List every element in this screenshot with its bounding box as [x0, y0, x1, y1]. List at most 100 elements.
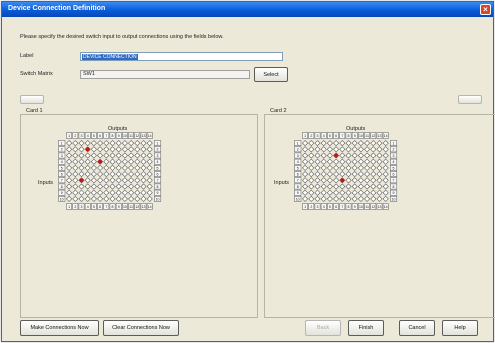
crosspoint-in6-out7[interactable] [103, 171, 110, 178]
crosspoint-in8-out5[interactable] [90, 183, 97, 190]
crosspoint-in3-out11[interactable] [128, 152, 135, 159]
crosspoint-in8-out11[interactable] [128, 183, 135, 190]
crosspoint-in4-out4[interactable] [84, 158, 91, 165]
crosspoint-in2-out14[interactable] [146, 146, 153, 153]
crosspoint-in7-out9[interactable] [115, 177, 122, 184]
help-button[interactable]: Help [442, 320, 478, 336]
crosspoint-in6-out14[interactable] [146, 171, 153, 178]
crosspoint-in4-out13[interactable] [376, 158, 383, 165]
crosspoint-in3-out1[interactable] [66, 152, 73, 159]
crosspoint-in6-out12[interactable] [370, 171, 377, 178]
crosspoint-in9-out12[interactable] [370, 189, 377, 196]
crosspoint-in2-out8[interactable] [109, 146, 116, 153]
crosspoint-in5-out13[interactable] [140, 164, 147, 171]
crosspoint-in4-out3[interactable] [78, 158, 85, 165]
crosspoint-in2-out3[interactable] [78, 146, 85, 153]
crosspoint-in8-out7[interactable] [339, 183, 346, 190]
crosspoint-in8-out11[interactable] [364, 183, 371, 190]
crosspoint-in3-out3[interactable] [314, 152, 321, 159]
crosspoint-in5-out8[interactable] [345, 164, 352, 171]
crosspoint-in4-out13[interactable] [140, 158, 147, 165]
crosspoint-in1-out10[interactable] [121, 140, 128, 147]
crosspoint-in4-out14[interactable] [382, 158, 389, 165]
crosspoint-in6-out4[interactable] [320, 171, 327, 178]
close-button[interactable]: × [480, 4, 491, 15]
crosspoint-in9-out5[interactable] [90, 189, 97, 196]
crosspoint-in8-out12[interactable] [134, 183, 141, 190]
crosspoint-in1-out6[interactable] [333, 140, 340, 147]
crosspoint-in10-out12[interactable] [134, 195, 141, 202]
crosspoint-in4-out2[interactable] [72, 158, 79, 165]
crosspoint-in10-out10[interactable] [121, 195, 128, 202]
crosspoint-in3-out6[interactable] [97, 152, 104, 159]
crosspoint-in6-out8[interactable] [109, 171, 116, 178]
crosspoint-in1-out7[interactable] [339, 140, 346, 147]
crosspoint-in6-out13[interactable] [140, 171, 147, 178]
crosspoint-in2-out7[interactable] [339, 146, 346, 153]
crosspoint-in9-out10[interactable] [357, 189, 364, 196]
crosspoint-in2-out6[interactable] [97, 146, 104, 153]
crosspoint-in7-out11[interactable] [364, 177, 371, 184]
crosspoint-in5-out14[interactable] [146, 164, 153, 171]
crosspoint-in2-out2[interactable] [72, 146, 79, 153]
crosspoint-in6-out6[interactable] [333, 171, 340, 178]
crosspoint-in1-out4[interactable] [320, 140, 327, 147]
crosspoint-in6-out14[interactable] [382, 171, 389, 178]
card-prev-button[interactable] [20, 95, 44, 104]
crosspoint-in10-out3[interactable] [78, 195, 85, 202]
crosspoint-in6-out4[interactable] [84, 171, 91, 178]
crosspoint-in4-out7[interactable] [339, 158, 346, 165]
crosspoint-in4-out14[interactable] [146, 158, 153, 165]
crosspoint-in6-out12[interactable] [134, 171, 141, 178]
crosspoint-in5-out14[interactable] [382, 164, 389, 171]
crosspoint-in9-out6[interactable] [333, 189, 340, 196]
title-bar[interactable]: Device Connection Definition × [2, 2, 493, 17]
crosspoint-in3-out9[interactable] [115, 152, 122, 159]
crosspoint-in3-out5[interactable] [90, 152, 97, 159]
crosspoint-in8-out13[interactable] [376, 183, 383, 190]
crosspoint-in1-out3[interactable] [314, 140, 321, 147]
crosspoint-in4-out8[interactable] [109, 158, 116, 165]
crosspoint-in6-out5[interactable] [90, 171, 97, 178]
crosspoint-in5-out2[interactable] [72, 164, 79, 171]
crosspoint-in9-out13[interactable] [376, 189, 383, 196]
crosspoint-in8-out10[interactable] [357, 183, 364, 190]
crosspoint-in7-out14[interactable] [146, 177, 153, 184]
crosspoint-in9-out11[interactable] [364, 189, 371, 196]
card-next-button[interactable] [458, 95, 482, 104]
crosspoint-in9-out1[interactable] [302, 189, 309, 196]
crosspoint-in8-out6[interactable] [97, 183, 104, 190]
crosspoint-in5-out10[interactable] [121, 164, 128, 171]
crosspoint-in10-out8[interactable] [345, 195, 352, 202]
crosspoint-in8-out9[interactable] [351, 183, 358, 190]
crosspoint-in4-out2[interactable] [308, 158, 315, 165]
crosspoint-in4-out10[interactable] [357, 158, 364, 165]
crosspoint-in9-out1[interactable] [66, 189, 73, 196]
crosspoint-in9-out8[interactable] [345, 189, 352, 196]
crosspoint-in1-out5[interactable] [90, 140, 97, 147]
crosspoint-in9-out12[interactable] [134, 189, 141, 196]
crosspoint-in9-out2[interactable] [72, 189, 79, 196]
crosspoint-in7-out13[interactable] [376, 177, 383, 184]
crosspoint-in6-out3[interactable] [314, 171, 321, 178]
crosspoint-in6-out5[interactable] [326, 171, 333, 178]
crosspoint-in4-out9[interactable] [115, 158, 122, 165]
crosspoint-in2-out2[interactable] [308, 146, 315, 153]
crosspoint-in6-out11[interactable] [128, 171, 135, 178]
crosspoint-in10-out4[interactable] [84, 195, 91, 202]
crosspoint-in5-out12[interactable] [370, 164, 377, 171]
crosspoint-in9-out7[interactable] [103, 189, 110, 196]
crosspoint-in3-out3[interactable] [78, 152, 85, 159]
crosspoint-in6-out7[interactable] [339, 171, 346, 178]
crosspoint-in1-out8[interactable] [109, 140, 116, 147]
crosspoint-in5-out4[interactable] [84, 164, 91, 171]
crosspoint-in3-out13[interactable] [376, 152, 383, 159]
crosspoint-in5-out2[interactable] [308, 164, 315, 171]
crosspoint-in8-out14[interactable] [382, 183, 389, 190]
crosspoint-in10-out9[interactable] [351, 195, 358, 202]
crosspoint-in2-out3[interactable] [314, 146, 321, 153]
crosspoint-in5-out11[interactable] [364, 164, 371, 171]
crosspoint-in7-out2[interactable] [308, 177, 315, 184]
crosspoint-in1-out2[interactable] [72, 140, 79, 147]
crosspoint-in7-out4[interactable] [320, 177, 327, 184]
